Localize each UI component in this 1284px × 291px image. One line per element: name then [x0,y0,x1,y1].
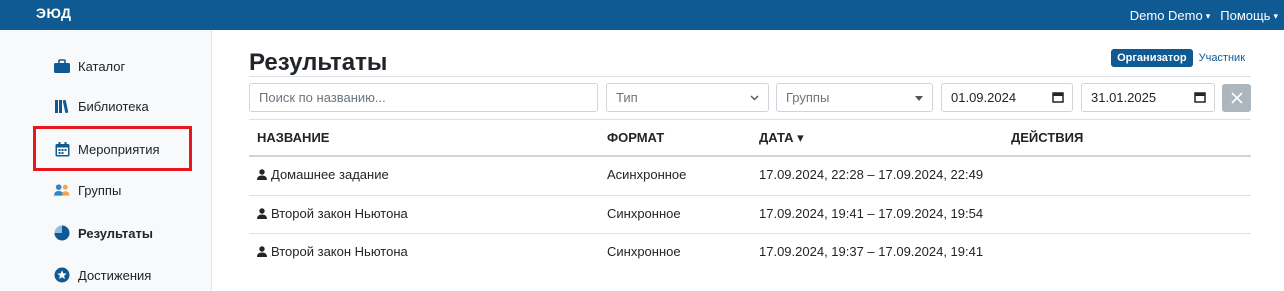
close-icon [1230,88,1243,109]
search-placeholder: Поиск по названию... [259,90,386,105]
date-to-input[interactable]: 31.01.2025 [1081,83,1215,112]
groups-placeholder: Группы [786,90,830,105]
role-switcher: Организатор Участник [1111,49,1245,67]
groups-select[interactable]: Группы [776,83,933,112]
sidebar-item-results[interactable]: Результаты [54,223,153,243]
row-date: 17.09.2024, 19:37 – 17.09.2024, 19:41 [759,244,984,259]
top-navbar: ЭЮД Demo Demo Помощь [0,0,1284,30]
row-name: Второй закон Ньютона [271,244,408,259]
type-select[interactable]: Тип [606,83,769,112]
library-icon [54,98,70,114]
row-name-cell[interactable]: Второй закон Ньютона [257,206,408,221]
user-icon [257,246,267,257]
user-menu[interactable]: Demo Demo [1130,8,1211,23]
date-from-value: 01.09.2024 [951,90,1017,105]
row-divider [249,233,1251,234]
calendar-icon[interactable] [1052,91,1064,106]
results-icon [54,225,70,241]
calendar-icon[interactable] [1194,91,1206,106]
column-header-name[interactable]: НАЗВАНИЕ [257,130,329,145]
row-name: Второй закон Ньютона [271,206,408,221]
sidebar-item-label: Библиотека [78,98,149,114]
highlight-box [33,126,192,171]
column-header-date[interactable]: ДАТА ▾ [759,130,804,146]
filters-divider [249,119,1251,120]
title-divider [249,76,1251,77]
groups-icon [54,182,70,198]
caret-down-icon [915,93,923,103]
top-nav-menus: Demo Demo Помощь [1130,8,1278,23]
user-icon [257,169,267,180]
search-input[interactable]: Поиск по названию... [249,83,598,112]
date-to-value: 31.01.2025 [1091,90,1157,105]
row-format: Асинхронное [607,167,687,182]
sidebar-item-label: Каталог [78,58,126,74]
sidebar-item-library[interactable]: Библиотека [54,96,149,116]
sidebar-item-label: Результаты [78,225,153,241]
participant-link[interactable]: Участник [1199,52,1245,64]
row-name-cell[interactable]: Домашнее задание [257,167,389,182]
row-date: 17.09.2024, 22:28 – 17.09.2024, 22:49 [759,167,984,182]
type-placeholder: Тип [616,90,638,105]
column-header-format[interactable]: ФОРМАТ [607,130,664,145]
chevron-down-icon [750,93,759,103]
organizer-button[interactable]: Организатор [1111,49,1193,67]
achievements-icon [54,267,70,283]
row-date: 17.09.2024, 19:41 – 17.09.2024, 19:54 [759,206,984,221]
row-divider [249,195,1251,196]
sidebar-item-groups[interactable]: Группы [54,180,121,200]
catalog-icon [54,58,70,74]
sidebar-item-label: Достижения [78,267,152,283]
row-name-cell[interactable]: Второй закон Ньютона [257,244,408,259]
row-name: Домашнее задание [271,167,389,182]
column-header-actions: ДЕЙСТВИЯ [1011,130,1084,145]
user-icon [257,208,267,219]
sidebar-item-achievements[interactable]: Достижения [54,265,151,285]
row-format: Синхронное [607,206,681,221]
sidebar-item-label: Группы [78,182,122,198]
page-title: Результаты [249,49,388,76]
help-menu[interactable]: Помощь [1220,8,1278,23]
date-from-input[interactable]: 01.09.2024 [941,83,1073,112]
clear-filters-button[interactable] [1222,84,1251,112]
app-logo[interactable]: ЭЮД [36,5,72,21]
sidebar-item-catalog[interactable]: Каталог [54,56,125,76]
table-header-divider [249,155,1251,157]
row-format: Синхронное [607,244,681,259]
